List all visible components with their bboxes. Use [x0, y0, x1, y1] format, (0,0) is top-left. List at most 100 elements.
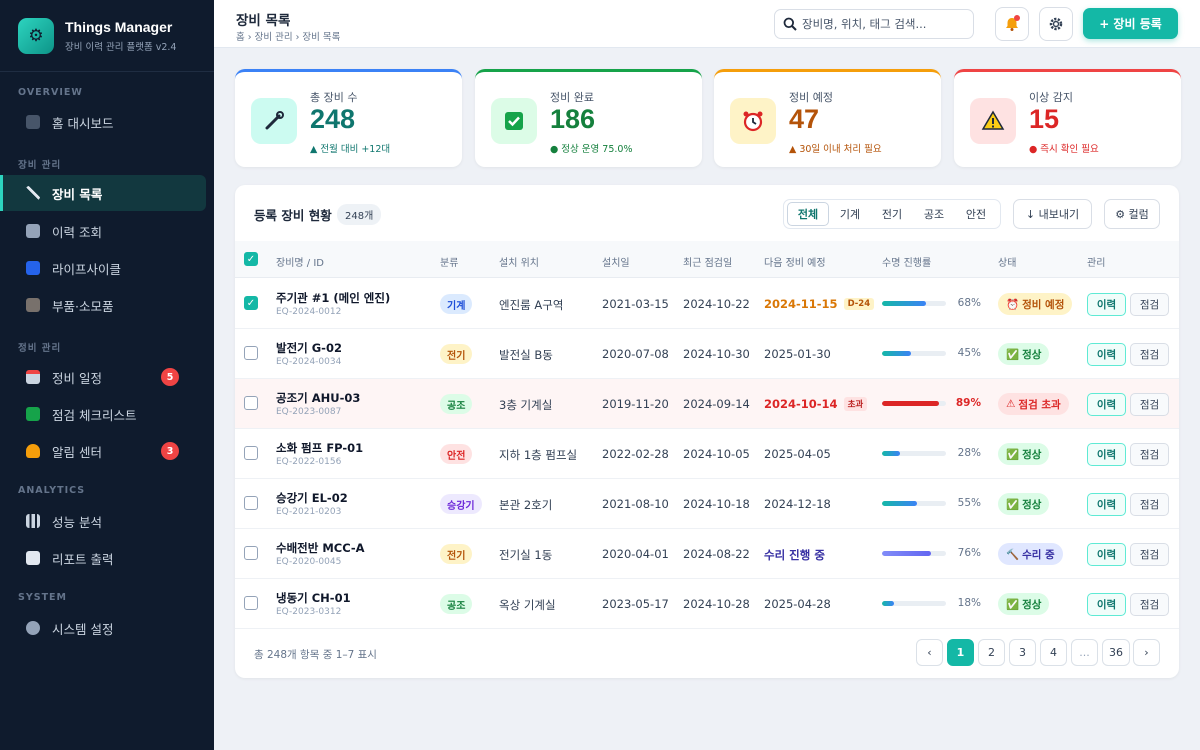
history-button[interactable]: 이력 [1087, 543, 1126, 566]
next-maintenance: 수리 진행 중 [764, 548, 825, 562]
installed-date: 2023-05-17 [602, 597, 669, 611]
sidebar-item-reports[interactable]: 리포트 출력 [0, 540, 206, 576]
inspect-button[interactable]: 점검 [1130, 493, 1169, 516]
export-button[interactable]: ↓ 내보내기 [1013, 199, 1092, 229]
logo-icon: ⚙ [18, 17, 54, 54]
page-next[interactable]: › [1133, 639, 1160, 666]
category-badge: 공조 [440, 594, 473, 614]
col-progress[interactable]: 수명 진행률 [882, 254, 931, 269]
inspect-button[interactable]: 점검 [1130, 543, 1169, 566]
search-input[interactable] [802, 17, 962, 31]
filter-hvac[interactable]: 공조 [913, 202, 955, 226]
equipment-id: EQ-2020-0045 [276, 557, 342, 567]
lifespan-percent: 28% [957, 447, 981, 459]
settings-button[interactable] [1039, 7, 1073, 41]
row-checkbox[interactable] [244, 396, 258, 410]
select-all-checkbox[interactable]: ✓ [244, 252, 258, 266]
page-1[interactable]: 1 [947, 639, 974, 666]
col-name[interactable]: 장비명 / ID [276, 254, 324, 269]
col-installed[interactable]: 설치일 [602, 254, 630, 269]
location: 본관 2호기 [499, 498, 553, 512]
history-button[interactable]: 이력 [1087, 443, 1126, 466]
sidebar-item-history[interactable]: 이력 조회 [0, 213, 206, 249]
bell-icon [26, 444, 40, 458]
home-icon [26, 115, 40, 129]
equipment-name[interactable]: 발전기 G-02 [276, 340, 342, 356]
sidebar-item-performance[interactable]: 성능 분석 [0, 503, 206, 539]
col-next[interactable]: 다음 정비 예정 [764, 254, 826, 269]
stat-value: 186 [550, 104, 596, 134]
inspect-button[interactable]: 점검 [1130, 593, 1169, 616]
sidebar-item-home[interactable]: 홈 대시보드 [0, 104, 206, 140]
table-footer: 총 248개 항목 중 1–7 표시 [254, 649, 377, 661]
row-checkbox[interactable] [244, 446, 258, 460]
history-button[interactable]: 이력 [1087, 393, 1126, 416]
last-check-date: 2024-10-05 [683, 447, 750, 461]
inspect-button[interactable]: 점검 [1130, 393, 1169, 416]
columns-button[interactable]: ⚙ 컬럼 [1104, 199, 1160, 229]
sidebar-item-equipment-list[interactable]: 장비 목록 [0, 175, 206, 211]
history-button[interactable]: 이력 [1087, 493, 1126, 516]
table-row[interactable]: 공조기 AHU-03 EQ-2023-0087 공조 3층 기계실 2019-11-20… [235, 379, 1179, 429]
next-maintenance: 2025-01-30 [764, 347, 831, 361]
table-row[interactable]: ✓ 주기관 #1 (메인 엔진) EQ-2024-0012 기계 엔진룸 A구역 2021… [235, 279, 1179, 329]
panel-title: 등록 장비 현황 [254, 208, 332, 223]
due-tag: D-24 [843, 298, 875, 310]
equipment-name[interactable]: 주기관 #1 (메인 엔진) [276, 290, 390, 306]
table-row[interactable]: 승강기 EL-02 EQ-2021-0203 승강기 본관 2호기 2021-08-10… [235, 479, 1179, 529]
search-box[interactable] [774, 9, 974, 39]
filter-all[interactable]: 전체 [787, 202, 829, 226]
box-icon [26, 298, 40, 312]
row-checkbox[interactable] [244, 346, 258, 360]
notification-button[interactable] [995, 7, 1029, 41]
page-4[interactable]: 4 [1040, 639, 1067, 666]
page-36[interactable]: 36 [1102, 639, 1130, 666]
row-checkbox[interactable] [244, 546, 258, 560]
equipment-name[interactable]: 소화 펌프 FP-01 [276, 440, 363, 456]
col-location[interactable]: 설치 위치 [499, 254, 539, 269]
sidebar-item-alerts[interactable]: 알림 센터 3 [0, 433, 206, 469]
page-prev[interactable]: ‹ [916, 639, 943, 666]
equipment-name[interactable]: 냉동기 CH-01 [276, 590, 351, 606]
col-last-check[interactable]: 최근 점검일 [683, 254, 732, 269]
filter-mechanical[interactable]: 기계 [829, 202, 871, 226]
col-category[interactable]: 분류 [440, 254, 458, 269]
inspect-button[interactable]: 점검 [1130, 443, 1169, 466]
table-row[interactable]: 소화 펌프 FP-01 EQ-2022-0156 안전 지하 1층 펌프실 2022-0… [235, 429, 1179, 479]
history-button[interactable]: 이력 [1087, 293, 1126, 316]
filter-electrical[interactable]: 전기 [871, 202, 913, 226]
page-3[interactable]: 3 [1009, 639, 1036, 666]
sidebar-item-checklist[interactable]: 점검 체크리스트 [0, 396, 206, 432]
add-equipment-button[interactable]: + 장비 등록 [1083, 8, 1178, 39]
sidebar-item-settings[interactable]: 시스템 설정 [0, 610, 206, 646]
stat-label: 총 장비 수 [310, 91, 358, 104]
col-status[interactable]: 상태 [998, 254, 1016, 269]
inspect-button[interactable]: 점검 [1130, 343, 1169, 366]
table-row[interactable]: 냉동기 CH-01 EQ-2023-0312 공조 옥상 기계실 2023-05-17 2… [235, 579, 1179, 629]
col-actions: 관리 [1087, 258, 1106, 269]
status-badge: ✅ 정상 [998, 493, 1050, 515]
section-maintenance: 정비 관리 [18, 343, 62, 354]
stat-sub: ▲ 30일 이내 처리 필요 [789, 144, 882, 155]
row-checkbox[interactable]: ✓ [244, 296, 258, 310]
table-header: ✓ 장비명 / ID 분류 설치 위치 설치일 최근 점검일 다음 정비 예정 … [235, 241, 1179, 278]
page-ellipsis: ... [1071, 639, 1098, 666]
history-button[interactable]: 이력 [1087, 343, 1126, 366]
equipment-name[interactable]: 공조기 AHU-03 [276, 390, 360, 406]
history-button[interactable]: 이력 [1087, 593, 1126, 616]
table-row[interactable]: 발전기 G-02 EQ-2024-0034 전기 발전실 B동 2020-07-08 20… [235, 329, 1179, 379]
row-checkbox[interactable] [244, 496, 258, 510]
sidebar-item-schedule[interactable]: 정비 일정 5 [0, 359, 206, 395]
page-2[interactable]: 2 [978, 639, 1005, 666]
sidebar-item-lifecycle[interactable]: 라이프사이클 [0, 250, 206, 286]
sidebar-item-parts[interactable]: 부품·소모품 [0, 287, 206, 323]
table-row[interactable]: 수배전반 MCC-A EQ-2020-0045 전기 전기실 1동 2020-04-01… [235, 529, 1179, 579]
stat-card-done: 정비 완료 186 ● 정상 운영 75.0% [475, 69, 702, 167]
app-title: Things Manager [65, 18, 173, 35]
filter-safety[interactable]: 안전 [955, 202, 997, 226]
row-checkbox[interactable] [244, 596, 258, 610]
equipment-name[interactable]: 수배전반 MCC-A [276, 540, 365, 556]
schedule-badge: 5 [161, 368, 179, 386]
inspect-button[interactable]: 점검 [1130, 293, 1169, 316]
equipment-name[interactable]: 승강기 EL-02 [276, 490, 348, 506]
